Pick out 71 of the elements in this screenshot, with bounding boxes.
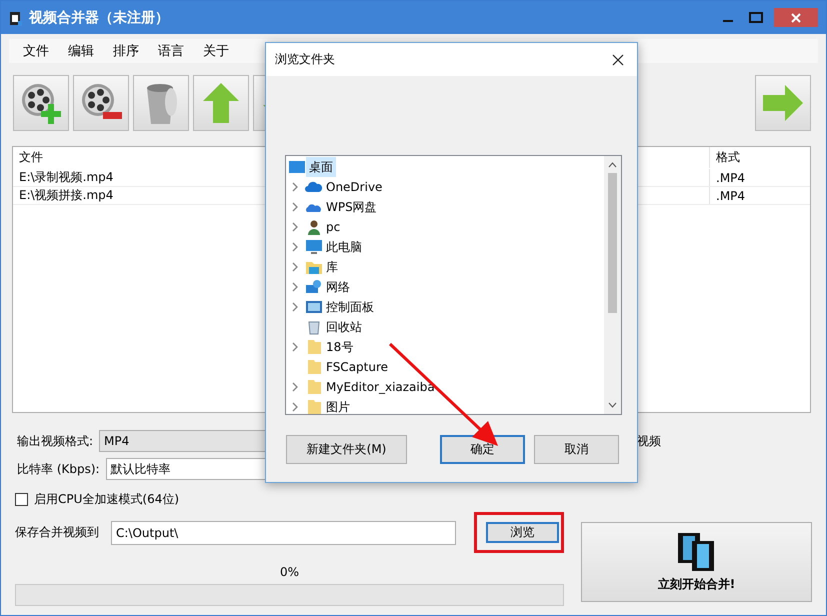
expand-chevron-icon[interactable] <box>291 182 299 192</box>
tree-item[interactable]: 此电脑 <box>323 237 365 257</box>
tree-item[interactable]: WPS网盘 <box>323 197 380 217</box>
expand-chevron-icon[interactable] <box>291 222 299 232</box>
expand-chevron-icon[interactable] <box>291 262 299 272</box>
close-button[interactable] <box>774 8 818 27</box>
add-video-button[interactable] <box>13 75 69 131</box>
expand-chevron-icon[interactable] <box>291 282 299 292</box>
folder-icon <box>305 379 323 395</box>
maximize-icon[interactable] <box>746 10 766 24</box>
dialog-button[interactable]: 确定 <box>440 435 525 464</box>
format-cell: .MP4 <box>709 169 810 186</box>
move-up-button[interactable] <box>193 75 249 131</box>
menu-item[interactable]: 编辑 <box>68 42 94 60</box>
save-to-label: 保存合并视频到 <box>15 524 99 541</box>
expand-chevron-icon[interactable] <box>291 402 299 412</box>
progress-percent: 0% <box>280 565 300 579</box>
user-icon <box>305 219 323 235</box>
scrollbar[interactable] <box>604 156 621 414</box>
desktop-icon <box>288 160 306 174</box>
file-path-cell-text: E:\视频拼接.mp4 <box>18 187 114 204</box>
expand-chevron-icon[interactable] <box>291 302 299 312</box>
menu-item[interactable]: 关于 <box>203 42 229 60</box>
expand-chevron-icon[interactable] <box>291 202 299 212</box>
tree-item[interactable]: OneDrive <box>323 177 386 197</box>
output-path-field[interactable]: C:\Output\ <box>111 520 456 544</box>
computer-icon <box>305 239 323 255</box>
dialog-button[interactable]: 新建文件夹(M) <box>286 435 407 464</box>
tree-item[interactable]: MyEditor_xiazaiba <box>323 377 438 397</box>
format-cell: .MP4 <box>709 187 810 204</box>
window-title: 视频合并器（未注册） <box>29 8 169 26</box>
tree-item[interactable]: 库 <box>323 257 341 277</box>
option-label: 视频 <box>637 432 661 450</box>
network-icon <box>305 279 323 295</box>
next-button[interactable] <box>755 75 811 131</box>
up-arrow-icon <box>201 81 241 125</box>
tree-item[interactable]: pc <box>323 217 344 237</box>
control-panel-icon <box>305 299 323 315</box>
menu-item[interactable]: 语言 <box>158 42 184 60</box>
file-path-cell-text: E:\录制视频.mp4 <box>18 169 114 186</box>
column-header[interactable]: 格式 <box>709 147 810 168</box>
folder-icon <box>305 359 323 375</box>
remove-video-button[interactable] <box>73 75 129 131</box>
expand-chevron-icon[interactable] <box>291 242 299 252</box>
dialog-button[interactable]: 取消 <box>534 435 619 464</box>
tree-item[interactable]: 18号 <box>323 337 356 357</box>
tree-item[interactable]: 桌面 <box>306 157 336 177</box>
close-icon <box>791 12 801 22</box>
folder-icon <box>305 339 323 355</box>
cloud-icon <box>305 179 323 195</box>
folder-icon <box>305 399 323 414</box>
merge-button[interactable]: 立刻开始合并! <box>581 522 812 602</box>
expand-chevron-icon[interactable] <box>291 382 299 392</box>
dialog-title: 浏览文件夹 <box>275 51 335 68</box>
tree-item[interactable]: 图片 <box>323 397 353 414</box>
right-arrow-icon <box>761 83 805 123</box>
close-icon[interactable] <box>612 54 624 66</box>
film-clapper-icon <box>9 10 23 26</box>
tree-item[interactable]: 回收站 <box>323 317 365 337</box>
browse-button[interactable]: 浏览 <box>486 522 559 543</box>
tree-item[interactable]: 网络 <box>323 277 353 297</box>
tree-item[interactable]: 控制面板 <box>323 297 377 317</box>
menu-item[interactable]: 文件 <box>23 42 49 60</box>
output-format-label: 输出视频格式: <box>17 432 94 450</box>
cpu-mode-checkbox[interactable] <box>15 493 28 506</box>
expand-chevron-icon[interactable] <box>291 342 299 352</box>
bitrate-label: 比特率 (Kbps): <box>17 460 100 478</box>
clear-list-button[interactable] <box>133 75 189 131</box>
cpu-mode-label: 启用CPU全加速模式(64位) <box>34 491 180 508</box>
library-icon <box>305 259 323 275</box>
menu-item[interactable]: 排序 <box>113 42 139 60</box>
